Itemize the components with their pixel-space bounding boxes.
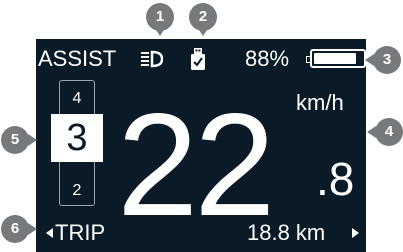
callout-4: 4 xyxy=(367,118,403,146)
callout-5: 5 xyxy=(1,126,37,154)
battery-percentage: 88% xyxy=(245,46,290,71)
battery-fill xyxy=(314,53,356,64)
battery-terminal xyxy=(306,56,310,63)
battery-icon xyxy=(306,49,366,68)
callout-1: 1 xyxy=(146,3,174,36)
trip-distance: 18.8 km xyxy=(247,220,326,245)
assist-label: ASSIST xyxy=(38,46,117,71)
callout-3: 3 xyxy=(365,46,401,74)
speed-decimal: .8 xyxy=(316,153,355,205)
speed-integer: 22 xyxy=(117,83,275,246)
callout-6: 6 xyxy=(1,215,37,243)
arrow-left-icon xyxy=(46,228,53,238)
callout-2: 2 xyxy=(189,3,217,36)
trip-mode-label: TRIP xyxy=(55,220,106,245)
assist-level-down: 2 xyxy=(72,182,82,199)
assist-level-up: 4 xyxy=(72,90,82,107)
assist-level-current: 3 xyxy=(66,117,88,159)
arrow-right-icon xyxy=(352,228,359,238)
headlight-icon xyxy=(141,50,163,68)
speed-unit: km/h xyxy=(296,90,344,115)
usb-charging-icon xyxy=(191,48,205,70)
